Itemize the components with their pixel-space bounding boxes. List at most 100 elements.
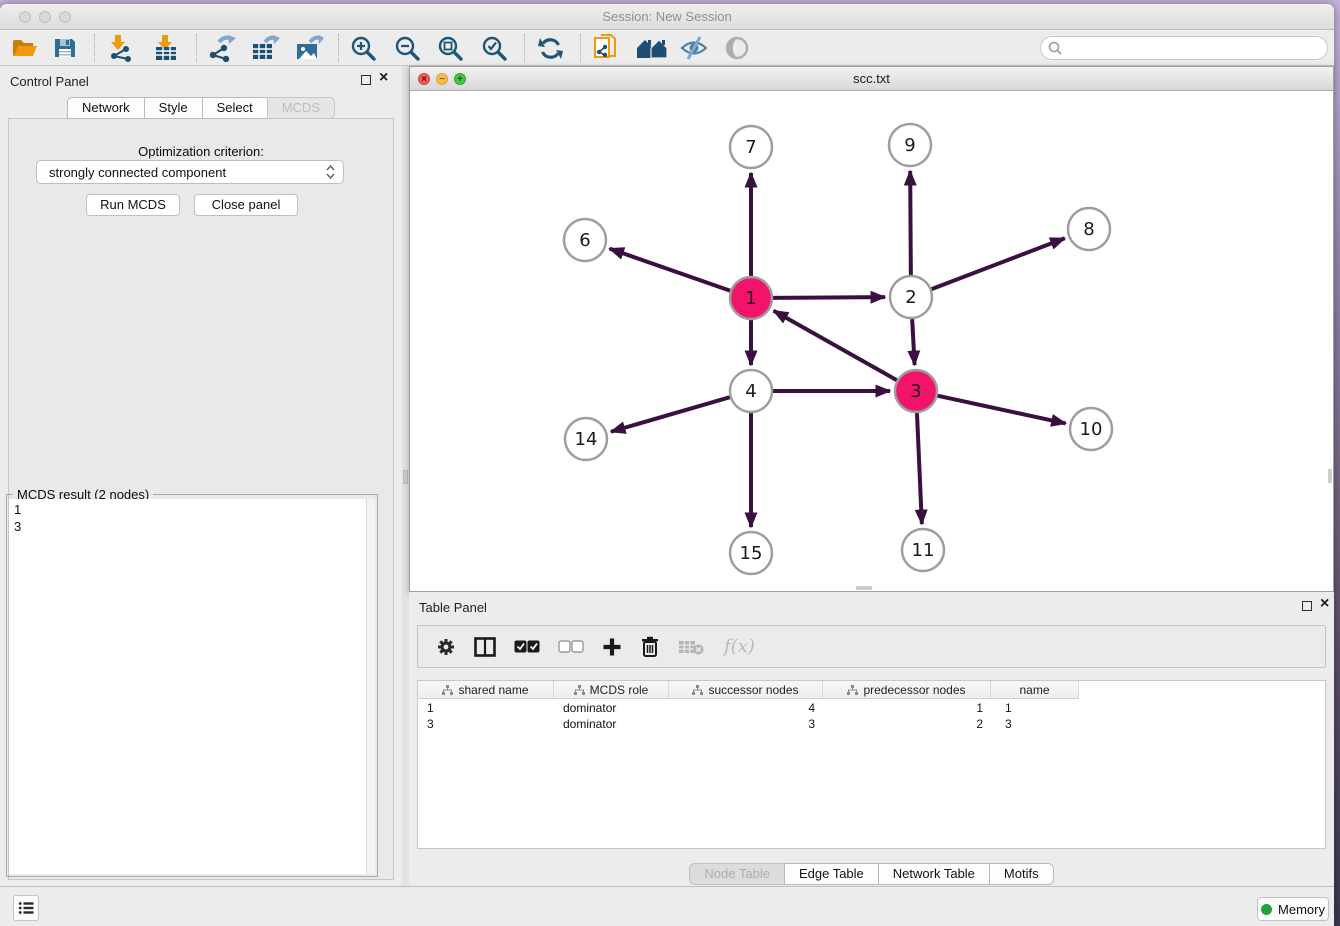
graph-edge-4-14[interactable] (611, 397, 730, 432)
app-titlebar: Session: New Session (0, 4, 1334, 30)
graph-node-3[interactable]: 3 (895, 370, 937, 412)
delete-table-icon (678, 639, 704, 655)
tab-edge-table[interactable]: Edge Table (784, 863, 879, 885)
import-network-icon[interactable] (106, 34, 136, 62)
graph-edge-2-3[interactable] (912, 319, 914, 365)
settings-gear-icon[interactable] (436, 637, 456, 657)
graph-node-14[interactable]: 14 (565, 418, 607, 460)
result-scrollbar[interactable] (366, 499, 375, 874)
export-network-icon[interactable] (206, 34, 236, 62)
canvas-hscroll-nub[interactable] (856, 586, 872, 590)
zoom-in-icon[interactable] (350, 34, 377, 62)
network-window-titlebar[interactable]: × − + scc.txt (410, 67, 1333, 91)
graph-node-10[interactable]: 10 (1070, 408, 1112, 450)
graph-edge-1-2[interactable] (773, 297, 885, 298)
graph-edge-3-1[interactable] (774, 311, 897, 380)
search-icon (1048, 41, 1062, 55)
column-header-MCDS-role[interactable]: MCDS role (554, 681, 669, 699)
table-row[interactable]: 1dominator411 (418, 700, 1079, 716)
svg-text:14: 14 (575, 429, 598, 450)
tab-node-table[interactable]: Node Table (689, 863, 785, 885)
cell-shared-name[interactable]: 1 (418, 700, 554, 716)
cell-MCDS-role[interactable]: dominator (554, 700, 669, 716)
criterion-dropdown[interactable]: strongly connected component (36, 160, 344, 184)
column-header-shared-name[interactable]: shared name (418, 681, 554, 699)
mcds-result-area[interactable]: 1 3 (9, 499, 375, 874)
clone-network-icon[interactable] (592, 34, 620, 62)
splitter-handle-icon[interactable] (403, 470, 408, 484)
tab-motifs[interactable]: Motifs (989, 863, 1054, 885)
close-panel-icon[interactable]: × (379, 69, 388, 87)
cell-shared-name[interactable]: 3 (418, 716, 554, 732)
export-table-icon[interactable] (250, 34, 280, 62)
panel-splitter[interactable] (402, 66, 409, 886)
graph-node-4[interactable]: 4 (730, 370, 772, 412)
float-panel-icon[interactable] (361, 75, 371, 85)
node-table[interactable]: shared nameMCDS rolesuccessor nodesprede… (417, 680, 1326, 849)
graph-edge-3-10[interactable] (937, 396, 1065, 424)
optimization-criterion-label: Optimization criterion: (0, 144, 402, 159)
tab-network-table[interactable]: Network Table (878, 863, 990, 885)
app-window: Session: New Session (0, 4, 1334, 926)
open-session-icon[interactable] (10, 34, 38, 62)
graph-node-2[interactable]: 2 (890, 276, 932, 318)
graph-node-9[interactable]: 9 (889, 124, 931, 166)
tab-network[interactable]: Network (67, 97, 145, 119)
search-input[interactable] (1062, 41, 1327, 55)
table-panel-title: Table Panel (419, 600, 487, 615)
graph-node-8[interactable]: 8 (1068, 208, 1110, 250)
search-field[interactable] (1040, 36, 1328, 60)
cell-MCDS-role[interactable]: dominator (554, 716, 669, 732)
canvas-vscroll-nub[interactable] (1328, 469, 1332, 483)
graph-node-7[interactable]: 7 (730, 126, 772, 168)
zoom-fit-icon[interactable] (437, 34, 464, 62)
column-header-successor-nodes[interactable]: successor nodes (669, 681, 823, 699)
svg-text:7: 7 (745, 137, 756, 158)
graph-edge-2-9[interactable] (910, 171, 911, 275)
cell-predecessor-nodes[interactable]: 2 (823, 716, 991, 732)
cell-successor-nodes[interactable]: 3 (669, 716, 823, 732)
save-session-icon[interactable] (52, 34, 78, 62)
zoom-selected-icon[interactable] (481, 34, 508, 62)
run-mcds-button[interactable]: Run MCDS (86, 194, 180, 216)
add-row-icon[interactable] (602, 637, 622, 657)
cell-successor-nodes[interactable]: 4 (669, 700, 823, 716)
graph-edge-3-11[interactable] (917, 413, 922, 524)
task-history-button[interactable] (13, 895, 39, 921)
select-none-icon[interactable] (558, 640, 584, 653)
hide-panel-eye-slash-icon[interactable] (680, 34, 708, 62)
column-header-name[interactable]: name (991, 681, 1079, 699)
network-canvas[interactable]: 7 9 6 8 1 2 4 3 14 10 15 11 (410, 91, 1333, 591)
column-header-predecessor-nodes[interactable]: predecessor nodes (823, 681, 991, 699)
export-image-icon[interactable] (294, 34, 324, 62)
table-header-row: shared nameMCDS rolesuccessor nodesprede… (418, 681, 1079, 699)
graph-node-6[interactable]: 6 (564, 219, 606, 261)
graph-node-11[interactable]: 11 (902, 529, 944, 571)
show-columns-icon[interactable] (474, 637, 496, 657)
cell-name[interactable]: 3 (991, 716, 1079, 732)
table-panel-tabs: Node Table Edge Table Network Table Moti… (409, 863, 1334, 885)
criterion-value: strongly connected component (49, 165, 326, 180)
float-table-panel-icon[interactable] (1302, 601, 1312, 611)
tab-mcds[interactable]: MCDS (267, 97, 335, 119)
tab-style[interactable]: Style (144, 97, 203, 119)
dropdown-stepper-icon (326, 164, 335, 180)
close-table-panel-icon[interactable]: × (1320, 595, 1329, 613)
graph-node-1[interactable]: 1 (730, 277, 772, 319)
graph-edge-1-6[interactable] (610, 249, 731, 291)
refresh-layout-icon[interactable] (537, 34, 564, 62)
table-row[interactable]: 3dominator323 (418, 716, 1079, 732)
graph-edge-2-8[interactable] (932, 238, 1065, 289)
graph-node-15[interactable]: 15 (730, 532, 772, 574)
cell-name[interactable]: 1 (991, 700, 1079, 716)
delete-row-icon[interactable] (640, 636, 660, 658)
cell-predecessor-nodes[interactable]: 1 (823, 700, 991, 716)
import-table-icon[interactable] (152, 34, 180, 62)
home-icon[interactable] (636, 34, 668, 62)
memory-button[interactable]: Memory (1257, 897, 1329, 921)
eye-disabled-icon (724, 34, 750, 62)
tab-select[interactable]: Select (202, 97, 268, 119)
select-all-icon[interactable] (514, 640, 540, 653)
close-panel-button[interactable]: Close panel (194, 194, 298, 216)
zoom-out-icon[interactable] (394, 34, 421, 62)
